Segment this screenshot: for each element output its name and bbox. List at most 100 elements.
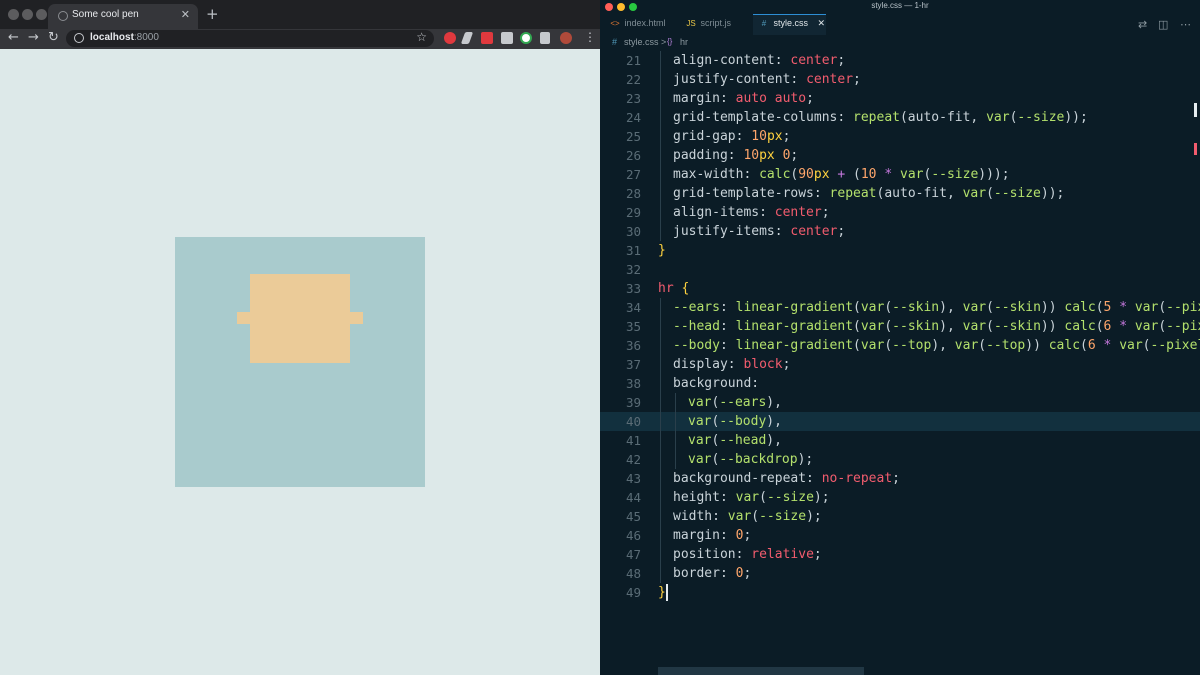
code-line[interactable]: 36 --body: linear-gradient(var(--top), va… <box>600 336 1200 355</box>
code-line[interactable]: 38 background: <box>600 374 1200 393</box>
code-line[interactable]: 22 justify-content: center; <box>600 70 1200 89</box>
code-line[interactable]: 25 grid-gap: 10px; <box>600 127 1200 146</box>
editor-window-title: style.css — 1-hr <box>871 1 929 10</box>
code-line[interactable]: 31} <box>600 241 1200 260</box>
code-token: var <box>1134 300 1159 315</box>
code-editor-window: style.css — 1-hr <> index.html JS script… <box>600 0 1200 675</box>
code-line[interactable]: 37 display: block; <box>600 355 1200 374</box>
back-arrow-icon[interactable]: ← <box>8 30 19 45</box>
extension-icon-2[interactable] <box>460 32 474 44</box>
code-token: --head <box>719 433 767 448</box>
code-line[interactable]: 41 var(--head), <box>600 431 1200 450</box>
breadcrumb-file[interactable]: style.css <box>624 37 659 47</box>
code-token: px <box>813 167 830 182</box>
extension-icon-4[interactable] <box>501 32 513 44</box>
extension-icon-1[interactable] <box>444 32 456 44</box>
code-area[interactable]: 21 align-content: center; 22 justify-conten… <box>600 51 1200 611</box>
code-line[interactable]: 24 grid-template-columns: repeat(auto-fit… <box>600 108 1200 127</box>
tab-script-js[interactable]: JS script.js <box>682 14 737 35</box>
indent-guide <box>660 469 661 488</box>
close-window-button[interactable] <box>8 9 19 20</box>
code-text: justify-content: center; <box>673 70 861 89</box>
code-line[interactable]: 39 var(--ears), <box>600 393 1200 412</box>
symbol-icon: {} <box>667 37 673 46</box>
line-number: 30 <box>625 224 641 239</box>
code-line[interactable]: 30 justify-items: center; <box>600 222 1200 241</box>
code-line[interactable]: 33 hr { <box>600 279 1200 298</box>
horizontal-scrollbar[interactable] <box>658 667 864 675</box>
split-editor-icon[interactable]: ◫ <box>1158 18 1168 31</box>
more-actions-icon[interactable]: ⋯ <box>1180 18 1191 31</box>
code-line[interactable]: 42 var(--backdrop); <box>600 450 1200 469</box>
code-token: --size <box>931 167 979 182</box>
code-line[interactable]: 27 max-width: calc(90px + (10 * var(--siz… <box>600 165 1200 184</box>
indent-guide <box>660 564 661 583</box>
maximize-window-button[interactable] <box>36 9 47 20</box>
code-token: px <box>766 129 783 144</box>
code-token: background-repeat: <box>673 471 822 486</box>
code-line[interactable]: 35 --head: linear-gradient(var(--skin), v… <box>600 317 1200 336</box>
tab-style-css[interactable]: # style.css ✕ <box>753 14 826 35</box>
code-line[interactable]: 28 grid-template-rows: repeat(auto-fit, v… <box>600 184 1200 203</box>
indent-guide <box>675 431 676 450</box>
code-token: repeat <box>829 186 877 201</box>
code-token: ( <box>978 338 987 353</box>
close-tab-icon[interactable]: ✕ <box>818 18 826 28</box>
code-token: var <box>1119 338 1143 353</box>
indent-guide <box>660 222 661 241</box>
code-line[interactable]: 34 --ears: linear-gradient(var(--skin), v… <box>600 298 1200 317</box>
reload-icon[interactable]: ↻ <box>48 30 59 45</box>
address-bar[interactable]: localhost:8000 ☆ <box>66 30 434 47</box>
puzzle-piece-icon[interactable] <box>540 32 550 44</box>
site-info-icon[interactable] <box>74 33 84 43</box>
code-token: )) <box>1040 319 1065 334</box>
line-number: 29 <box>625 205 641 220</box>
code-token: margin: <box>673 91 736 106</box>
more-menu-icon[interactable]: ⋮ <box>584 30 596 44</box>
bookmark-star-icon[interactable]: ☆ <box>416 30 427 44</box>
code-line[interactable]: 46 margin: 0; <box>600 526 1200 545</box>
code-line[interactable]: 43 background-repeat: no-repeat; <box>600 469 1200 488</box>
code-line[interactable]: 29 align-items: center; <box>600 203 1200 222</box>
extension-icon-3[interactable] <box>481 32 493 44</box>
breadcrumb-symbol[interactable]: hr <box>680 37 688 47</box>
compare-changes-icon[interactable]: ⇄ <box>1138 18 1147 31</box>
code-text: var(--body), <box>688 412 782 431</box>
editor-title-bar: style.css — 1-hr <box>600 0 1200 14</box>
minimize-window-button[interactable] <box>22 9 33 20</box>
line-number: 34 <box>625 300 641 315</box>
close-tab-icon[interactable]: ✕ <box>181 8 190 21</box>
browser-tab[interactable]: Some cool pen ✕ <box>48 4 198 29</box>
line-number: 45 <box>625 509 641 524</box>
browser-window: Some cool pen ✕ + ← → ↻ localhost:8000 ☆… <box>0 0 600 675</box>
code-line[interactable]: 44 height: var(--size); <box>600 488 1200 507</box>
code-token: calc <box>1048 338 1081 353</box>
code-line[interactable]: 32 <box>600 260 1200 279</box>
extension-icon-5[interactable] <box>520 32 532 44</box>
code-token: ( <box>751 509 760 524</box>
code-token: : <box>719 338 736 353</box>
code-token: var <box>688 452 712 467</box>
code-line[interactable]: 23 margin: auto auto; <box>600 89 1200 108</box>
code-line[interactable]: 47 position: relative; <box>600 545 1200 564</box>
indent-guide <box>675 412 676 431</box>
code-text: border: 0; <box>673 564 751 583</box>
code-text: } <box>658 241 666 260</box>
forward-arrow-icon[interactable]: → <box>28 30 39 45</box>
code-line[interactable]: 45 width: var(--size); <box>600 507 1200 526</box>
code-token: 10 <box>751 129 767 144</box>
profile-avatar[interactable] <box>560 32 572 44</box>
code-line[interactable]: 26 padding: 10px 0; <box>600 146 1200 165</box>
code-line[interactable]: 21 align-content: center; <box>600 51 1200 70</box>
new-tab-button[interactable]: + <box>206 5 219 23</box>
code-token: ( <box>884 338 893 353</box>
code-line[interactable]: 49} <box>600 583 1200 602</box>
code-token: ( <box>884 300 893 315</box>
code-line[interactable]: 40 var(--body), <box>600 412 1200 431</box>
code-line[interactable]: 48 border: 0; <box>600 564 1200 583</box>
tab-index-html[interactable]: <> index.html <box>606 14 672 35</box>
line-number: 48 <box>625 566 641 581</box>
tab-label: index.html <box>624 18 666 28</box>
code-token: ); <box>813 490 830 505</box>
